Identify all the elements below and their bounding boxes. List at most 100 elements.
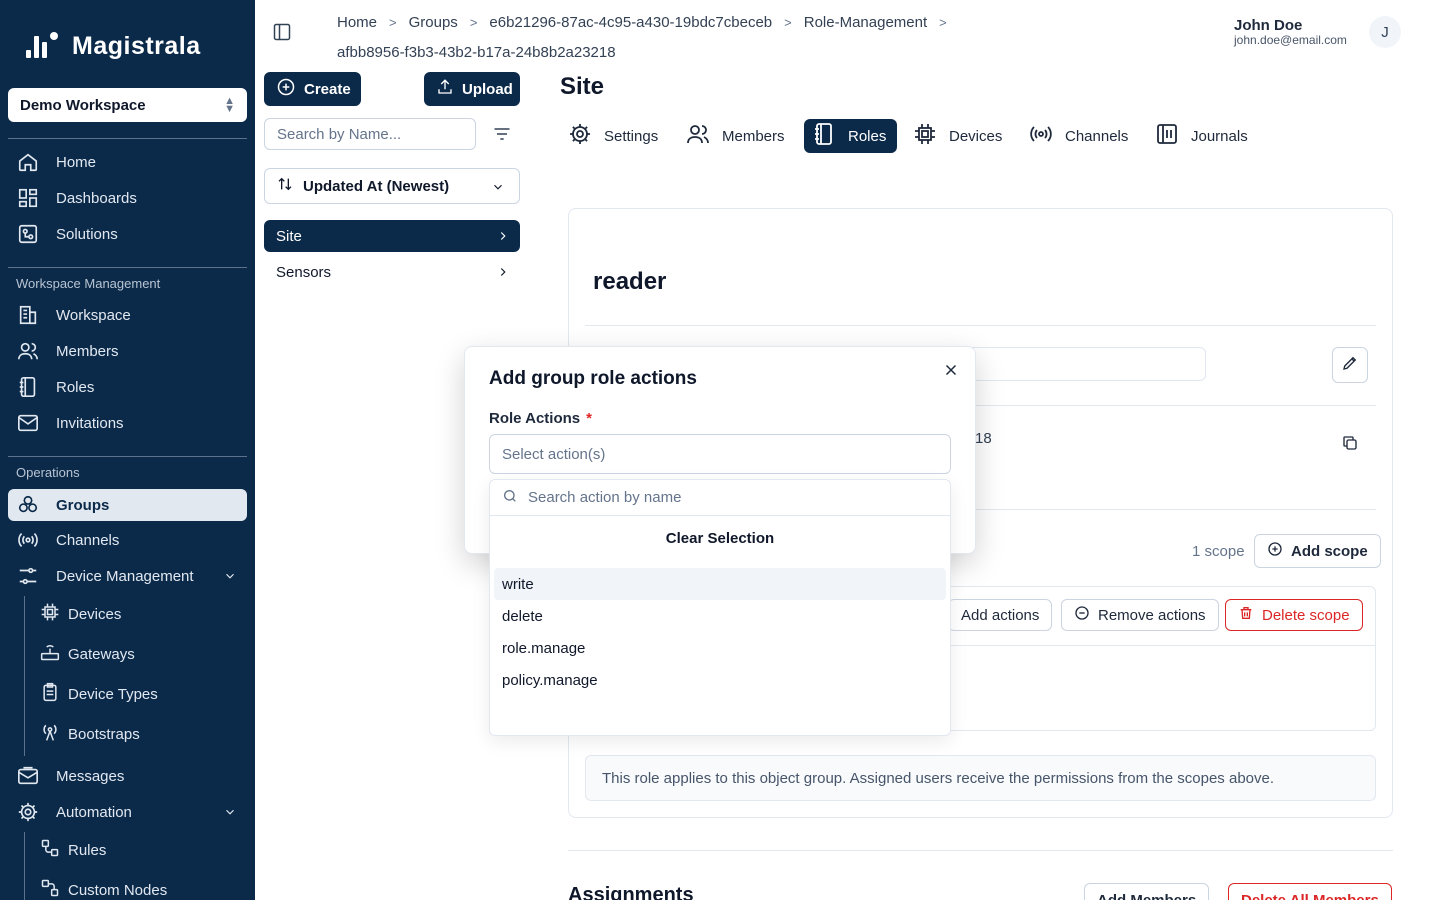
submenu-line bbox=[24, 596, 25, 756]
brand-logo[interactable]: Magistrala bbox=[22, 30, 201, 62]
gear-icon bbox=[16, 800, 40, 824]
nav-messages[interactable]: Messages bbox=[8, 760, 247, 792]
sort-icon bbox=[277, 176, 293, 196]
tab-settings[interactable]: Settings bbox=[560, 119, 666, 153]
role-id-value: 18 bbox=[975, 430, 992, 447]
add-actions-button[interactable]: Add actions bbox=[948, 599, 1053, 631]
workspace-select[interactable]: Demo Workspace ▲ ▼ bbox=[8, 88, 247, 122]
nav-label: Device Management bbox=[56, 567, 194, 585]
clear-selection-button[interactable]: Clear Selection bbox=[489, 528, 951, 550]
breadcrumb: Home > Groups > e6b21296-87ac-4c95-a430-19bd… bbox=[337, 8, 1037, 68]
close-icon[interactable] bbox=[942, 361, 960, 379]
option-delete[interactable]: delete bbox=[494, 600, 946, 632]
nav-label: Solutions bbox=[56, 225, 118, 243]
role-name-input[interactable] bbox=[940, 347, 1206, 381]
action-search-input[interactable]: Search action by name bbox=[490, 480, 950, 516]
nav-label: Custom Nodes bbox=[68, 881, 168, 899]
notebook-icon bbox=[812, 122, 836, 150]
nav-device-management[interactable]: Device Management bbox=[8, 560, 247, 592]
upload-icon bbox=[436, 78, 454, 100]
gear-icon bbox=[568, 122, 592, 150]
users-icon bbox=[686, 122, 710, 150]
cpu-icon bbox=[40, 602, 60, 626]
list-item[interactable]: Sensors bbox=[264, 256, 520, 288]
breadcrumb-group-id[interactable]: e6b21296-87ac-4c95-a430-19bdc7cbeceb bbox=[489, 14, 772, 31]
nav-label: Groups bbox=[56, 496, 110, 514]
nav-members[interactable]: Members bbox=[8, 335, 247, 367]
nav-gateways[interactable]: Gateways bbox=[32, 638, 247, 670]
nav-label: Bootstraps bbox=[68, 725, 140, 743]
nav-home[interactable]: Home bbox=[8, 146, 247, 178]
tab-label: Channels bbox=[1065, 127, 1129, 145]
avatar[interactable]: J bbox=[1369, 16, 1401, 48]
create-button[interactable]: Create bbox=[264, 72, 361, 106]
nav-label: Devices bbox=[68, 605, 122, 623]
tab-roles[interactable]: Roles bbox=[804, 119, 897, 153]
notebook-icon bbox=[1155, 122, 1179, 150]
delete-scope-button[interactable]: Delete scope bbox=[1225, 599, 1363, 631]
add-members-label: Add Members bbox=[1097, 891, 1197, 900]
user-name: John Doe bbox=[1234, 17, 1303, 34]
nav-groups[interactable]: Groups bbox=[8, 489, 247, 521]
nav-automation[interactable]: Automation bbox=[8, 796, 247, 828]
sidebar-toggle-icon[interactable] bbox=[272, 22, 292, 42]
notebook-icon bbox=[16, 375, 40, 399]
nav-bootstraps[interactable]: Bootstraps bbox=[32, 718, 247, 750]
add-members-button[interactable]: Add Members bbox=[1084, 883, 1210, 900]
nav-label: Home bbox=[56, 153, 97, 171]
tab-devices[interactable]: Devices bbox=[905, 119, 1010, 153]
breadcrumb-home[interactable]: Home bbox=[337, 14, 377, 31]
nav-custom-nodes[interactable]: Custom Nodes bbox=[32, 874, 247, 900]
option-role-manage[interactable]: role.manage bbox=[494, 632, 946, 664]
tab-channels[interactable]: Channels bbox=[1021, 119, 1136, 153]
chevron-up-down-icon: ▲ ▼ bbox=[224, 95, 235, 115]
nav-invitations[interactable]: Invitations bbox=[8, 407, 247, 439]
nav-devices[interactable]: Devices bbox=[32, 598, 247, 630]
search-input[interactable]: Search by Name... bbox=[264, 118, 476, 150]
pencil-icon bbox=[1341, 354, 1359, 376]
nav-label: Workspace bbox=[56, 306, 131, 324]
list-item-label: Site bbox=[276, 227, 302, 245]
option-policy-manage[interactable]: policy.manage bbox=[494, 664, 946, 696]
nav-device-types[interactable]: Device Types bbox=[32, 678, 247, 710]
building-icon bbox=[16, 303, 40, 327]
clipboard-icon bbox=[40, 682, 60, 706]
add-scope-button[interactable]: Add scope bbox=[1254, 534, 1381, 568]
nav-label: Invitations bbox=[56, 414, 124, 432]
copy-button[interactable] bbox=[1332, 427, 1368, 463]
list-item[interactable]: Site bbox=[264, 220, 520, 252]
nav-channels[interactable]: Channels bbox=[8, 524, 247, 556]
nav-label: Device Types bbox=[68, 685, 158, 703]
tab-journals[interactable]: Journals bbox=[1147, 119, 1256, 153]
role-actions-select[interactable]: Select action(s) bbox=[489, 434, 951, 474]
divider bbox=[585, 325, 1376, 326]
brand-name: Magistrala bbox=[72, 31, 201, 60]
option-write[interactable]: write bbox=[494, 568, 946, 600]
edit-button[interactable] bbox=[1332, 347, 1368, 383]
remove-actions-button[interactable]: Remove actions bbox=[1061, 599, 1219, 631]
nav-dashboards[interactable]: Dashboards bbox=[8, 182, 247, 214]
chevron-right-icon: > bbox=[469, 15, 478, 30]
breadcrumb-groups[interactable]: Groups bbox=[409, 14, 458, 31]
section-operations: Operations bbox=[16, 465, 80, 480]
sort-select[interactable]: Updated At (Newest) bbox=[264, 168, 520, 204]
delete-scope-label: Delete scope bbox=[1262, 606, 1350, 624]
broadcast-icon bbox=[1029, 122, 1053, 150]
user-info[interactable]: John Doe john.doe@email.com bbox=[1234, 17, 1347, 47]
user-email: john.doe@email.com bbox=[1234, 33, 1347, 47]
chevron-right-icon: > bbox=[389, 15, 397, 30]
nav-roles[interactable]: Roles bbox=[8, 371, 247, 403]
filter-icon[interactable] bbox=[492, 124, 512, 148]
nav-workspace[interactable]: Workspace bbox=[8, 299, 247, 331]
add-scope-label: Add scope bbox=[1291, 542, 1368, 560]
sliders-icon bbox=[16, 564, 40, 588]
create-label: Create bbox=[304, 80, 351, 98]
delete-all-members-button[interactable]: Delete All Members bbox=[1228, 883, 1392, 900]
upload-button[interactable]: Upload bbox=[424, 72, 520, 106]
submenu-line bbox=[24, 832, 25, 900]
trash-icon bbox=[1238, 605, 1254, 625]
nav-rules[interactable]: Rules bbox=[32, 834, 247, 866]
tab-members[interactable]: Members bbox=[678, 119, 793, 153]
breadcrumb-role-management[interactable]: Role-Management bbox=[804, 14, 927, 31]
nav-solutions[interactable]: Solutions bbox=[8, 218, 247, 250]
